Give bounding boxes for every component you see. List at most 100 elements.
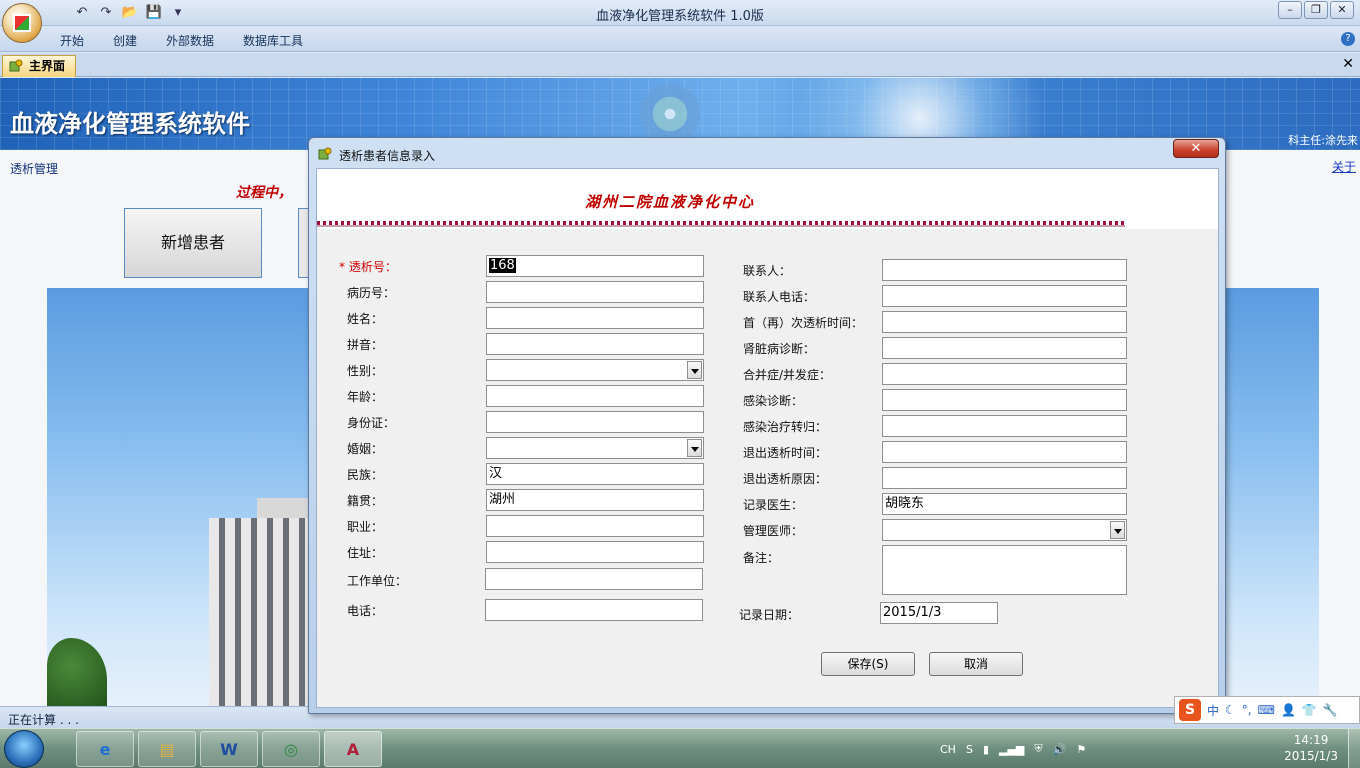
managing-physician-select[interactable]: [882, 519, 1127, 541]
patient-entry-dialog: 透析患者信息录入 ✕ 湖州二院血液净化中心 * 透析号： 病历号： 姓名： 拼音…: [308, 137, 1226, 714]
ie-icon[interactable]: e: [76, 731, 134, 767]
clock[interactable]: 14:19 2015/1/3: [1284, 732, 1338, 764]
form-icon: [9, 59, 23, 72]
infection-diagnosis-input[interactable]: [882, 389, 1127, 411]
status-text: 正在计算 . . .: [8, 713, 79, 727]
exit-reason-input[interactable]: [882, 467, 1127, 489]
name-input[interactable]: [486, 307, 704, 329]
chevron-down-icon[interactable]: [687, 439, 702, 457]
cancel-button[interactable]: 取消: [929, 652, 1023, 676]
gender-select[interactable]: [486, 359, 704, 381]
age-input[interactable]: [486, 385, 704, 407]
complications-label: 合并症/并发症：: [743, 368, 832, 382]
marital-select[interactable]: [486, 437, 704, 459]
sogou-logo-icon[interactable]: S: [1179, 699, 1201, 721]
document-tab-bar: 主界面 ✕: [0, 53, 1360, 77]
record-date-label: 记录日期：: [739, 608, 800, 622]
contact-input[interactable]: [882, 259, 1127, 281]
kidney-diagnosis-input[interactable]: [882, 337, 1127, 359]
managing-physician-label: 管理医师：: [743, 524, 804, 538]
ribbon-tabs: 开始 创建 外部数据 数据库工具 ?: [0, 26, 1360, 52]
first-dialysis-time-label: 首（再）次透析时间：: [743, 316, 864, 330]
shield-icon[interactable]: ⛨: [1034, 742, 1042, 756]
keyboard-icon[interactable]: ⌨: [1258, 703, 1275, 717]
form-icon: [318, 147, 332, 160]
pinyin-input[interactable]: [486, 333, 704, 355]
recording-doctor-input[interactable]: 胡晓东: [882, 493, 1127, 515]
phone-input[interactable]: [485, 599, 703, 621]
save-button[interactable]: 保存(S): [821, 652, 915, 676]
contact-phone-input[interactable]: [882, 285, 1127, 307]
tree: [47, 638, 107, 706]
office-button[interactable]: [2, 3, 42, 43]
user-icon[interactable]: 👤: [1281, 703, 1296, 717]
tab-database-tools[interactable]: 数据库工具: [243, 32, 303, 49]
wrench-icon[interactable]: 🔧: [1323, 703, 1338, 717]
marital-label: 婚姻：: [347, 442, 384, 456]
tab-create[interactable]: 创建: [113, 32, 137, 49]
start-button[interactable]: [4, 730, 44, 768]
scrolling-text: 过程中，: [236, 185, 292, 201]
word-icon[interactable]: W: [200, 731, 258, 767]
recording-doctor-label: 记录医生：: [743, 498, 804, 512]
about-link[interactable]: 关于: [1332, 158, 1356, 175]
show-desktop-button[interactable]: [1348, 729, 1360, 768]
infection-outcome-input[interactable]: [882, 415, 1127, 437]
new-patient-button[interactable]: 新增患者: [124, 208, 262, 278]
minimize-button[interactable]: –: [1278, 1, 1302, 19]
chevron-down-icon[interactable]: [1110, 521, 1125, 539]
flag-icon[interactable]: ⚑: [1076, 743, 1086, 756]
tab-main-interface[interactable]: 主界面: [2, 55, 76, 77]
banner-title: 血液净化管理系统软件: [10, 110, 250, 138]
id-card-input[interactable]: [486, 411, 704, 433]
record-date-input[interactable]: 2015/1/3: [880, 602, 998, 624]
network-icon[interactable]: ▮: [983, 743, 989, 756]
taskbar: e ▤ W ◎ A CH S ▮ ▂▄▆ ⛨ 🔊 ⚑ 14:19 2015/1/…: [0, 728, 1360, 768]
contact-label: 联系人：: [743, 264, 792, 278]
folder-icon[interactable]: ▤: [138, 731, 196, 767]
browser-icon[interactable]: ◎: [262, 731, 320, 767]
nav-title[interactable]: 透析管理: [10, 160, 58, 177]
occupation-input[interactable]: [486, 515, 704, 537]
moon-icon[interactable]: ☾: [1225, 703, 1236, 717]
dialog-body: 湖州二院血液净化中心 * 透析号： 病历号： 姓名： 拼音： 性别： 年龄： 身…: [316, 168, 1219, 708]
punctuation-icon[interactable]: °,: [1242, 703, 1252, 717]
exit-time-input[interactable]: [882, 441, 1127, 463]
dialysis-number-input[interactable]: 168: [486, 255, 704, 277]
exit-time-label: 退出透析时间：: [743, 446, 828, 460]
notes-textarea[interactable]: [882, 545, 1127, 595]
medical-record-input[interactable]: [486, 281, 704, 303]
dialog-title: 透析患者信息录入: [339, 149, 436, 163]
close-button[interactable]: ✕: [1330, 1, 1354, 19]
signal-icon[interactable]: ▂▄▆: [999, 743, 1024, 756]
shirt-icon[interactable]: 👕: [1302, 703, 1317, 717]
volume-icon[interactable]: 🔊: [1053, 743, 1067, 756]
selected-text: 168: [489, 258, 516, 273]
office-logo-icon: [13, 14, 31, 32]
ime-toolbar: S 中 ☾ °, ⌨ 👤 👕 🔧: [1174, 696, 1360, 724]
workplace-input[interactable]: [485, 568, 703, 590]
system-tray: CH S ▮ ▂▄▆ ⛨ 🔊 ⚑: [940, 729, 1086, 768]
native-place-input[interactable]: 湖州: [486, 489, 704, 511]
window-controls: – ❐ ✕: [1278, 1, 1354, 19]
contact-phone-label: 联系人电话：: [743, 290, 816, 304]
tab-external-data[interactable]: 外部数据: [166, 32, 214, 49]
dialog-close-button[interactable]: ✕: [1173, 139, 1219, 158]
access-icon[interactable]: A: [324, 731, 382, 767]
ime-tray-icon[interactable]: S: [966, 743, 973, 756]
first-dialysis-time-input[interactable]: [882, 311, 1127, 333]
complications-input[interactable]: [882, 363, 1127, 385]
gender-label: 性别：: [347, 364, 384, 378]
help-icon[interactable]: ?: [1341, 32, 1355, 46]
tab-home[interactable]: 开始: [60, 32, 84, 49]
director-label: 科主任:涂先来: [1288, 134, 1358, 147]
ethnicity-input[interactable]: 汉: [486, 463, 704, 485]
address-input[interactable]: [486, 541, 704, 563]
ime-mode[interactable]: 中: [1207, 702, 1219, 719]
hospital-building: [209, 518, 319, 706]
restore-button[interactable]: ❐: [1304, 1, 1328, 19]
close-document-icon[interactable]: ✕: [1342, 56, 1354, 72]
chevron-down-icon[interactable]: [687, 361, 702, 379]
language-indicator[interactable]: CH: [940, 743, 956, 756]
native-place-label: 籍贯：: [347, 494, 384, 508]
